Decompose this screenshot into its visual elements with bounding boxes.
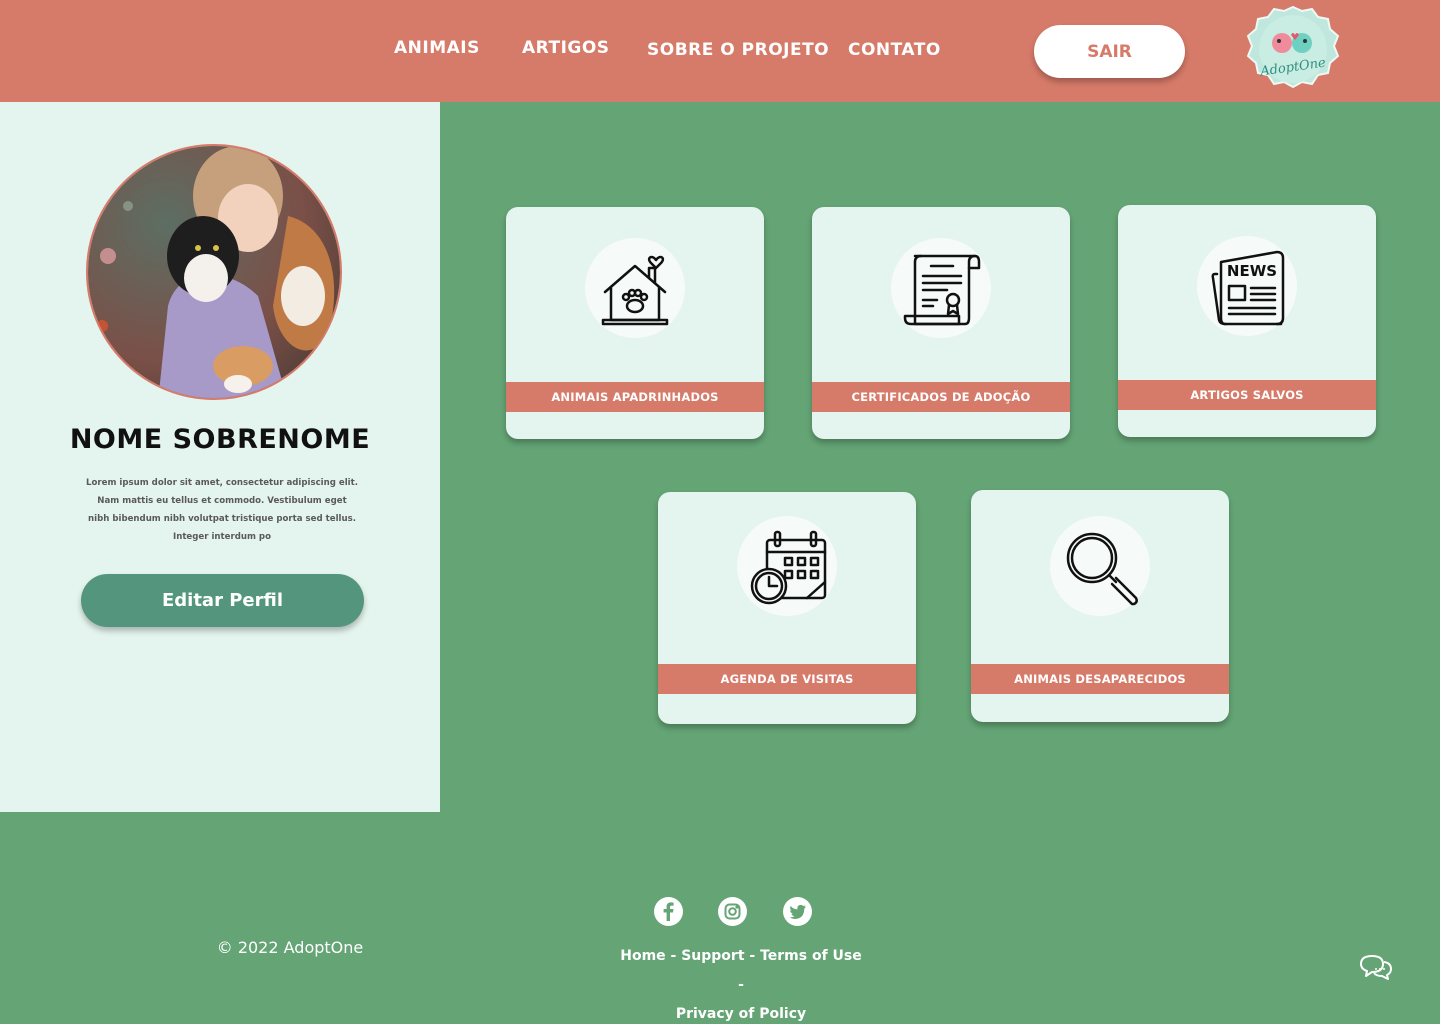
card-animais-apadrinhados[interactable]: ANIMAIS APADRINHADOS: [506, 207, 764, 439]
nav-sobre-o-projeto[interactable]: SOBRE O PROJETO: [647, 40, 829, 60]
profile-bio: Lorem ipsum dolor sit amet, consectetur …: [86, 478, 358, 542]
certificate-scroll-icon: [891, 238, 991, 338]
copyright-text: © 2022 AdoptOne: [216, 938, 364, 957]
footer-link-terms[interactable]: Terms of Use: [760, 948, 862, 964]
card-label: ANIMAIS DESAPARECIDOS: [971, 664, 1229, 694]
nav-contato[interactable]: CONTATO: [848, 40, 941, 60]
avatar: [86, 144, 342, 400]
svg-text:NEWS: NEWS: [1227, 262, 1277, 280]
logout-button[interactable]: SAIR: [1034, 25, 1185, 78]
card-label: ARTIGOS SALVOS: [1118, 380, 1376, 410]
profile-name: NOME SOBRENOME: [69, 424, 371, 455]
footer-link-privacy[interactable]: Privacy of Policy: [676, 1006, 806, 1022]
footer-separator: -: [738, 977, 744, 993]
profile-sidebar: NOME SOBRENOME Lorem ipsum dolor sit ame…: [0, 102, 440, 812]
card-animais-desaparecidos[interactable]: ANIMAIS DESAPARECIDOS: [971, 490, 1229, 722]
facebook-icon[interactable]: [654, 897, 683, 926]
adoptone-logo[interactable]: AdoptOne: [1246, 5, 1340, 97]
card-certificados[interactable]: CERTIFICADOS DE ADOÇÃO: [812, 207, 1070, 439]
newspaper-icon: NEWS: [1197, 236, 1297, 336]
footer-links: Home - Support - Terms of Use - Privacy …: [620, 942, 862, 1024]
magnifier-icon: [1050, 516, 1150, 616]
footer-link-home[interactable]: Home: [620, 948, 665, 964]
house-paw-icon: [585, 238, 685, 338]
edit-profile-button[interactable]: Editar Perfil: [81, 574, 364, 627]
card-label: ANIMAIS APADRINHADOS: [506, 382, 764, 412]
footer-separator: -: [665, 948, 682, 964]
chat-bubble-icon[interactable]: [1356, 950, 1394, 984]
card-artigos-salvos[interactable]: NEWS ARTIGOS SALVOS: [1118, 205, 1376, 437]
card-label: AGENDA DE VISITAS: [658, 664, 916, 694]
nav-artigos[interactable]: ARTIGOS: [522, 38, 610, 58]
top-navbar: ANIMAIS ARTIGOS SOBRE O PROJETO CONTATO …: [0, 0, 1440, 102]
footer-link-support[interactable]: Support: [681, 948, 744, 964]
calendar-clock-icon: [737, 516, 837, 616]
twitter-icon[interactable]: [783, 897, 812, 926]
nav-animais[interactable]: ANIMAIS: [394, 38, 480, 58]
card-agenda-de-visitas[interactable]: AGENDA DE VISITAS: [658, 492, 916, 724]
footer-separator: -: [744, 948, 761, 964]
card-label: CERTIFICADOS DE ADOÇÃO: [812, 382, 1070, 412]
instagram-icon[interactable]: [718, 897, 747, 926]
